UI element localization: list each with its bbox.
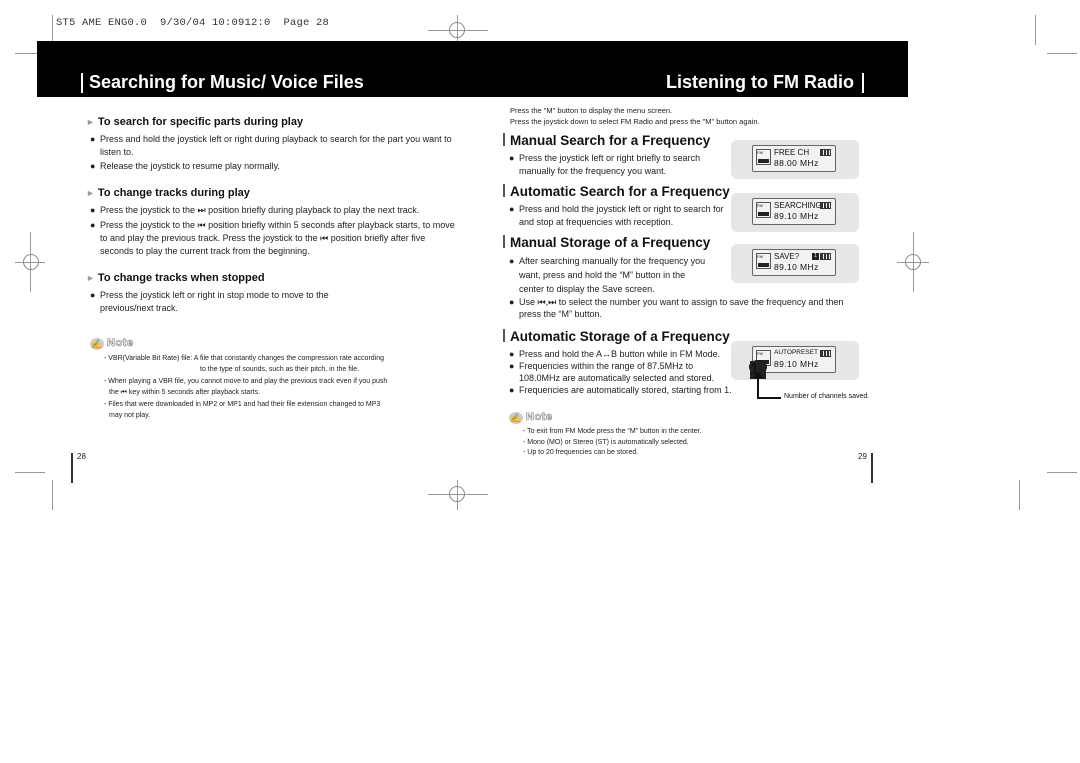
bullet-item: ● Press and hold the joystick left or rig…: [509, 204, 724, 227]
battery-icon: [820, 202, 831, 209]
fm-icon: FM: [756, 149, 771, 165]
crop-mark: [52, 480, 53, 510]
note-line: - VBR(Variable Bit Rate) file: A file th…: [104, 355, 385, 362]
right-page-title: Listening to FM Radio: [666, 72, 854, 92]
section-heading: Automatic Storage of a Frequency: [503, 329, 763, 344]
note-line: - Mono (MO) or Stereo (ST) is automatica…: [523, 438, 689, 446]
bullet-icon: ●: [509, 204, 515, 214]
header-band: Searching for Music/ Voice Files Listeni…: [37, 41, 908, 97]
bullet-icon: ●: [509, 256, 515, 266]
bullet-item: ● Press the joystick to the ⏮ position br…: [90, 220, 455, 256]
note-title: Note: [526, 411, 553, 424]
left-page-content: ► To search for specific parts during pla…: [86, 116, 456, 421]
page-number-right: 29: [858, 452, 867, 461]
lcd-screen-free-ch: FM FREE CH 88.00 MHz: [731, 140, 859, 179]
bullet-item: ● Frequencies are automatically stored, s…: [509, 385, 732, 395]
intro-text: Press the "M" button to display the menu…: [510, 106, 760, 126]
bullet-item: ● Release the joystick to resume play nor…: [90, 161, 280, 171]
crop-mark: [1047, 53, 1077, 54]
bullet-icon: ●: [90, 161, 96, 171]
section-automatic-search: Automatic Search for a Frequency ● Press …: [503, 184, 733, 229]
bullet-icon: ●: [90, 220, 96, 230]
bullet-icon: ●: [509, 153, 515, 163]
bullet-item: ● Use ⏮,⏭ to select the number you want t…: [509, 297, 844, 319]
bullet-item: ● After searching manually for the freque…: [509, 256, 706, 294]
note-line: may not play.: [109, 411, 151, 419]
left-page-title: Searching for Music/ Voice Files: [89, 72, 364, 92]
note-title: Note: [107, 337, 134, 350]
crop-mark: [1019, 480, 1020, 510]
arrow-icon: ►: [86, 273, 95, 283]
fm-icon: FM: [756, 202, 771, 218]
bullet-icon: ●: [509, 297, 515, 307]
callout-line: [757, 397, 781, 399]
note-line: - Files that were downloaded in MP2 or M…: [104, 401, 381, 408]
page-bar: [871, 453, 873, 483]
bullet-item: ● Press the joystick to the ⏭ position br…: [90, 205, 420, 215]
bullet-item: ● Press the joystick left or right in sto…: [90, 290, 329, 313]
section-automatic-storage: Automatic Storage of a Frequency ● Press …: [503, 329, 763, 396]
section-heading: ► To change tracks during play: [86, 187, 250, 199]
lcd-screen-searching: FM SEARCHING 89.10 MHz: [731, 193, 859, 232]
section-heading: Manual Search for a Frequency: [503, 133, 733, 148]
note-line: the ⏮ key within 5 seconds after playbac…: [109, 388, 261, 396]
note-line: - To exit from FM Mode press the “M” but…: [523, 428, 702, 435]
bullet-icon: ●: [90, 134, 96, 144]
note-line: to the type of sounds, such as their pit…: [200, 365, 360, 373]
preset-number: 1: [812, 253, 819, 260]
callout-arrow-icon: [753, 371, 763, 378]
fm-icon: FM: [756, 253, 771, 269]
bullet-item: ● Frequencies within the range of 87.5MHz…: [509, 361, 715, 383]
bullet-icon: ●: [509, 361, 515, 371]
crop-mark: [1035, 15, 1036, 45]
bullet-icon: ●: [509, 349, 515, 359]
bullet-item: ● Press the joystick left or right briefl…: [509, 153, 701, 176]
note-pencil-icon: ✍: [509, 412, 523, 424]
arrow-icon: ►: [86, 117, 95, 127]
lcd-screen-save: FM SAVE? 89.10 MHz 1: [731, 244, 859, 283]
bullet-item: ● Press and hold the joystick left or rig…: [90, 134, 452, 157]
note-line: - When playing a VBR file, you cannot mo…: [104, 378, 388, 385]
battery-icon: [820, 149, 831, 156]
note-line: - Up to 20 frequencies can be stored.: [523, 449, 639, 456]
title-bar-accent: [862, 73, 864, 93]
bullet-icon: ●: [509, 385, 515, 395]
section-heading: Automatic Search for a Frequency: [503, 184, 733, 199]
crop-mark: [15, 472, 45, 473]
crop-mark: [1047, 472, 1077, 473]
battery-icon: [820, 350, 831, 357]
note-box: ✍ Note - VBR(Variable Bit Rate) file: A f…: [90, 333, 456, 421]
bullet-item: ● Press and hold the A↔B button while in …: [509, 349, 721, 359]
callout-label: Number of channels saved.: [784, 393, 870, 400]
bullet-icon: ●: [90, 205, 96, 215]
note-pencil-icon: ✍: [90, 338, 104, 350]
section-manual-search: Manual Search for a Frequency ● Press the…: [503, 133, 733, 178]
page-bar: [71, 453, 73, 483]
note-box: ✍ Note - To exit from FM Mode press the “…: [509, 407, 701, 459]
printer-slug: ST5 AME ENG0.0 9/30/04 10:0912:0 Page 28: [56, 17, 330, 29]
battery-icon: [820, 253, 831, 260]
title-bar-accent: [81, 73, 83, 93]
section-heading: ► To change tracks when stopped: [86, 272, 265, 284]
bullet-icon: ●: [90, 290, 96, 300]
section-heading: ► To search for specific parts during pla…: [86, 116, 304, 128]
arrow-icon: ►: [86, 188, 95, 198]
page-number-left: 28: [77, 452, 86, 461]
